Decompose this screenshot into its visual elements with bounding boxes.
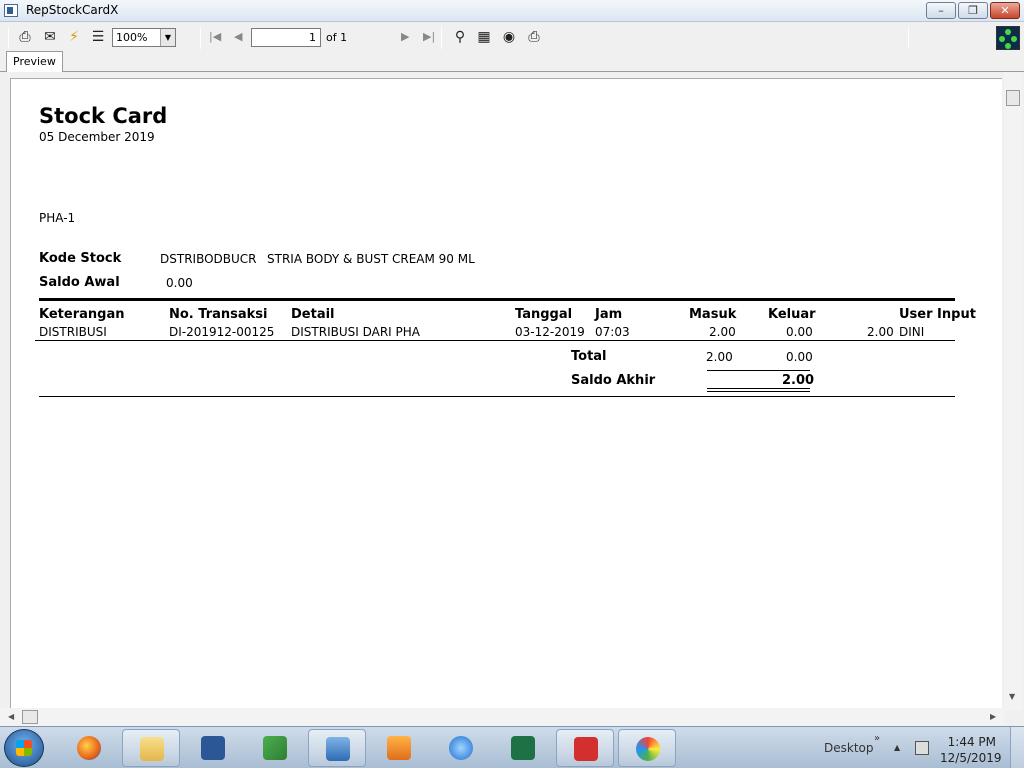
vertical-scrollbar[interactable]: ▼	[1004, 72, 1022, 710]
export-icon[interactable]: ✉	[41, 28, 59, 46]
scroll-thumb[interactable]	[22, 710, 38, 724]
clock[interactable]: 1:44 PM 12/5/2019	[940, 734, 1002, 766]
logo-icon	[996, 26, 1020, 50]
minimize-button[interactable]: –	[926, 2, 956, 19]
zoom-value: 100%	[116, 31, 148, 44]
clock-date: 12/5/2019	[940, 751, 1002, 765]
first-page-icon[interactable]: |◀	[209, 30, 221, 43]
media-player-taskbar-icon[interactable]	[370, 729, 428, 767]
footer-rule	[39, 396, 955, 397]
report-page	[10, 78, 1002, 710]
row-user: DINI	[899, 325, 925, 339]
kode-stock-name: STRIA BODY & BUST CREAM 90 ML	[267, 252, 475, 266]
row-masuk: 2.00	[709, 325, 736, 339]
saldo-underline-top	[707, 370, 810, 371]
zoom-select[interactable]: 100% ▼	[112, 28, 176, 47]
report-date: 05 December 2019	[39, 130, 155, 144]
close-button[interactable]: ✕	[990, 2, 1020, 19]
word-taskbar-icon[interactable]	[184, 729, 242, 767]
control-panel-taskbar-icon[interactable]	[308, 729, 366, 767]
title-bar: RepStockCardX – ❐ ✕	[0, 0, 1024, 22]
network-icon[interactable]	[915, 741, 929, 755]
page-number-input[interactable]: 1	[251, 28, 321, 47]
last-page-icon[interactable]: ▶|	[423, 30, 435, 43]
report-title: Stock Card	[39, 104, 168, 128]
start-button[interactable]	[4, 729, 44, 767]
col-keterangan: Keterangan	[39, 307, 125, 322]
col-tanggal: Tanggal	[515, 307, 573, 322]
saldo-awal-label: Saldo Awal	[39, 275, 120, 290]
printer-setup-icon[interactable]: ⎙	[525, 28, 543, 46]
saldo-underline-2	[707, 391, 810, 392]
print-icon[interactable]: ⎙	[16, 28, 34, 46]
tray-expand-icon[interactable]: ▲	[894, 743, 900, 752]
report-location: PHA-1	[39, 211, 76, 225]
page-count: of 1	[326, 31, 348, 44]
saldo-akhir-label: Saldo Akhir	[571, 373, 656, 388]
scroll-thumb[interactable]	[1006, 90, 1020, 106]
tab-preview[interactable]: Preview	[6, 51, 63, 72]
find-icon[interactable]: ▦	[475, 28, 493, 46]
tab-row: Preview	[0, 50, 1024, 72]
toolbar-separator	[200, 27, 201, 49]
clock-time: 1:44 PM	[947, 735, 996, 749]
toolbar-separator	[8, 27, 9, 49]
desktop-toolbar-label[interactable]: Desktop	[824, 741, 874, 755]
excel-taskbar-icon[interactable]	[494, 729, 552, 767]
prev-page-icon[interactable]: ◀	[234, 30, 242, 43]
saldo-awal-value: 0.00	[166, 276, 193, 290]
maximize-button[interactable]: ❐	[958, 2, 988, 19]
total-label: Total	[571, 349, 607, 364]
tree-icon[interactable]: ☰	[89, 28, 107, 46]
app-icon	[4, 4, 18, 17]
horizontal-scrollbar[interactable]: ◀ ▶	[0, 708, 1004, 726]
firefox-taskbar-icon[interactable]	[60, 729, 118, 767]
search-icon[interactable]: ⚲	[451, 28, 469, 46]
next-page-icon[interactable]: ▶	[401, 30, 409, 43]
report-app-taskbar-icon[interactable]	[556, 729, 614, 767]
scroll-right-icon[interactable]: ▶	[990, 712, 996, 721]
explorer-taskbar-icon[interactable]	[122, 729, 180, 767]
toolbar: ⎙ ✉ ⚡ ☰ 100% ▼ |◀ ◀ 1 of 1 ▶ ▶| ⚲ ▦ ◉ ⎙ …	[0, 22, 1024, 72]
internet-explorer-taskbar-icon[interactable]	[432, 729, 490, 767]
taskbar: Desktop » ▲ 1:44 PM 12/5/2019	[0, 726, 1024, 768]
saldo-underline-1	[707, 388, 810, 389]
kode-stock-code: DSTRIBODBUCR	[160, 252, 257, 266]
chevron-down-icon[interactable]: ▼	[160, 29, 175, 46]
binoculars-icon[interactable]: ◉	[500, 28, 518, 46]
show-desktop-button[interactable]	[1010, 727, 1024, 768]
row-saldo: 2.00	[867, 325, 894, 339]
preview-area: ▼ ◀ ▶	[0, 72, 1024, 726]
row-jam: 07:03	[595, 325, 630, 339]
row-rule	[35, 340, 955, 341]
row-detail: DISTRIBUSI DARI PHA	[291, 325, 420, 339]
lightning-icon[interactable]: ⚡	[65, 28, 83, 46]
toolbar-separator	[908, 27, 909, 49]
row-tanggal: 03-12-2019	[515, 325, 585, 339]
header-rule	[39, 298, 955, 301]
col-jam: Jam	[595, 307, 623, 322]
row-no-transaksi: DI-201912-00125	[169, 325, 275, 339]
col-masuk: Masuk	[689, 307, 737, 322]
row-keterangan: DISTRIBUSI	[39, 325, 107, 339]
blocks-taskbar-icon[interactable]	[246, 729, 304, 767]
total-keluar: 0.00	[786, 350, 813, 364]
row-keluar: 0.00	[786, 325, 813, 339]
scroll-down-icon[interactable]: ▼	[1009, 692, 1015, 701]
total-masuk: 2.00	[706, 350, 733, 364]
paint-taskbar-icon[interactable]	[618, 729, 676, 767]
toolbar-separator	[441, 27, 442, 49]
col-keluar: Keluar	[768, 307, 816, 322]
kode-stock-label: Kode Stock	[39, 251, 122, 266]
scroll-left-icon[interactable]: ◀	[8, 712, 14, 721]
window-title: RepStockCardX	[26, 3, 119, 17]
saldo-akhir-value: 2.00	[782, 373, 815, 388]
col-no-transaksi: No. Transaksi	[169, 307, 268, 322]
chevron-right-icon[interactable]: »	[874, 733, 880, 744]
col-user-input: User Input	[899, 307, 976, 322]
col-detail: Detail	[291, 307, 335, 322]
